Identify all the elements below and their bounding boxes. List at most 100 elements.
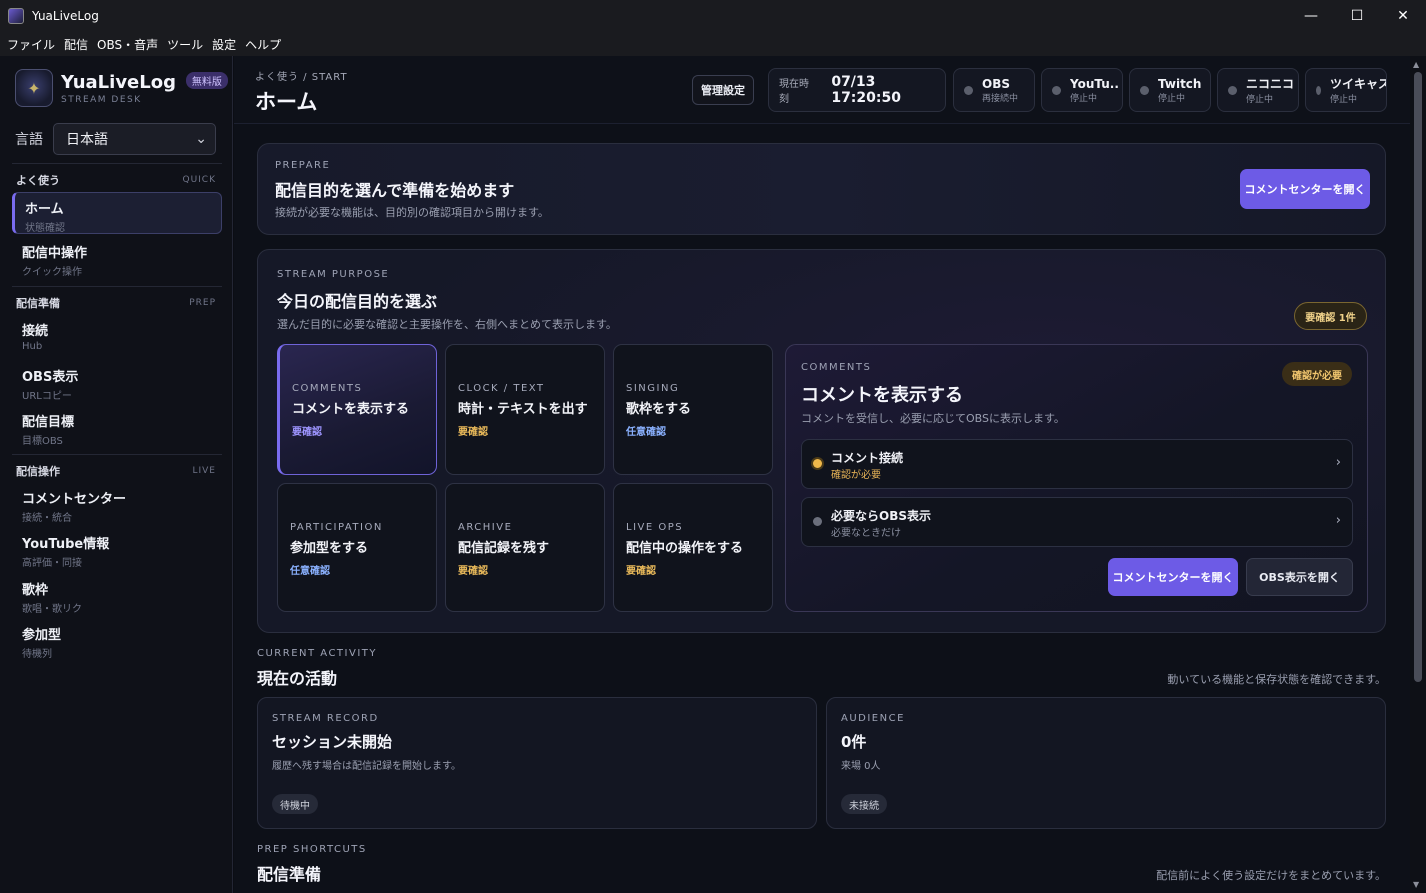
purpose-eyebrow: STREAM PURPOSE bbox=[277, 269, 390, 280]
menu-settings[interactable]: 設定 bbox=[209, 36, 242, 53]
card-eyebrow: SINGING bbox=[626, 383, 680, 394]
close-button[interactable]: ✕ bbox=[1380, 0, 1426, 32]
sidebar-item-participation[interactable]: 参加型 待機列 bbox=[12, 619, 222, 661]
status-twitch[interactable]: Twitch 停止中 bbox=[1129, 68, 1211, 112]
menu-help[interactable]: ヘルプ bbox=[242, 36, 287, 53]
window-title: YuaLiveLog bbox=[32, 9, 99, 23]
sidebar-item-sub: 接続・統合 bbox=[22, 513, 72, 524]
scrollbar-thumb[interactable] bbox=[1414, 72, 1422, 682]
status-dot-icon bbox=[1316, 85, 1321, 95]
divider bbox=[12, 163, 222, 164]
card-title: 0件 bbox=[841, 733, 867, 751]
menu-obs-audio[interactable]: OBS・音声 bbox=[94, 36, 164, 53]
title-bar: YuaLiveLog — ☐ ✕ bbox=[0, 0, 1426, 32]
card-eyebrow: CLOCK / TEXT bbox=[458, 383, 545, 394]
card-status: 任意確認 bbox=[626, 427, 666, 438]
purpose-card-singing[interactable]: SINGING 歌枠をする 任意確認 bbox=[613, 344, 773, 475]
menu-stream[interactable]: 配信 bbox=[61, 36, 94, 53]
minimize-button[interactable]: — bbox=[1288, 0, 1334, 32]
status-dot-icon bbox=[813, 517, 822, 526]
purpose-card-archive[interactable]: ARCHIVE 配信記録を残す 要確認 bbox=[445, 483, 605, 612]
purpose-title: 今日の配信目的を選ぶ bbox=[277, 292, 438, 311]
status-niconico[interactable]: ニコニコ 停止中 bbox=[1217, 68, 1299, 112]
sidebar-item-label: 配信目標 bbox=[22, 415, 75, 430]
admin-settings-button[interactable]: 管理設定 bbox=[692, 75, 754, 105]
status-state: 停止中 bbox=[1330, 95, 1358, 105]
detail-title: コメントを表示する bbox=[801, 385, 963, 406]
status-twitcasting[interactable]: ツイキャス 停止中 bbox=[1305, 68, 1387, 112]
status-state: 停止中 bbox=[1070, 93, 1098, 104]
language-row: 言語 日本語 ⌄ bbox=[15, 123, 216, 155]
vertical-scrollbar[interactable]: ▲ ▼ bbox=[1410, 56, 1426, 893]
status-name: Twitch bbox=[1158, 76, 1202, 91]
warning-dot-icon bbox=[813, 459, 822, 468]
purpose-card-participation[interactable]: PARTICIPATION 参加型をする 任意確認 bbox=[277, 483, 437, 612]
open-comment-center-button[interactable]: コメントセンターを開く bbox=[1108, 558, 1238, 596]
detail-eyebrow: COMMENTS bbox=[801, 362, 872, 373]
open-comment-center-button[interactable]: コメントセンターを開く bbox=[1240, 169, 1370, 209]
sidebar-item-sub: 状態確認 bbox=[25, 223, 65, 234]
menu-file[interactable]: ファイル bbox=[4, 36, 61, 53]
sidebar: ✦ YuaLiveLog 無料版 STREAM DESK 言語 日本語 ⌄ よく… bbox=[0, 56, 233, 893]
status-name: YouTu... bbox=[1070, 76, 1118, 91]
window-controls: — ☐ ✕ bbox=[1288, 0, 1426, 32]
purpose-card-comments[interactable]: COMMENTS コメントを表示する 要確認 bbox=[277, 344, 437, 475]
sidebar-item-live-ops[interactable]: 配信中操作 クイック操作 bbox=[12, 237, 222, 279]
card-eyebrow: ARCHIVE bbox=[458, 522, 513, 533]
sidebar-item-home[interactable]: ホーム 状態確認 bbox=[12, 192, 222, 234]
status-name: ニコニコ bbox=[1246, 77, 1294, 91]
status-obs[interactable]: OBS 再接続中 bbox=[953, 68, 1035, 112]
card-eyebrow: COMMENTS bbox=[292, 383, 363, 394]
status-dot-icon bbox=[1228, 85, 1237, 95]
purpose-card-live-ops[interactable]: LIVE OPS 配信中の操作をする 要確認 bbox=[613, 483, 773, 612]
menu-tools[interactable]: ツール bbox=[164, 36, 209, 53]
group-title: 配信操作 bbox=[16, 465, 60, 478]
top-bar: よく使う / START ホーム 管理設定 現在時刻 07/13 17:20:5… bbox=[234, 56, 1410, 124]
sidebar-item-singing[interactable]: 歌枠 歌唱・歌リク bbox=[12, 574, 222, 616]
group-header-live: 配信操作 LIVE bbox=[16, 463, 216, 479]
activity-eyebrow: CURRENT ACTIVITY bbox=[257, 648, 377, 659]
check-comment-connection[interactable]: コメント接続 確認が必要 › bbox=[801, 439, 1353, 489]
sidebar-item-sub: URLコピー bbox=[22, 391, 72, 402]
clock: 現在時刻 07/13 17:20:50 bbox=[768, 68, 946, 112]
group-title: 配信準備 bbox=[16, 297, 60, 310]
group-tag: QUICK bbox=[182, 175, 216, 185]
status-pill: 未接続 bbox=[841, 794, 887, 814]
sidebar-item-label: 参加型 bbox=[22, 628, 62, 643]
sidebar-item-comment-center[interactable]: コメントセンター 接続・統合 bbox=[12, 483, 222, 525]
sidebar-item-label: 接続 bbox=[22, 324, 49, 339]
sidebar-item-obs-display[interactable]: OBS表示 URLコピー bbox=[12, 361, 222, 403]
prepare-desc: 接続が必要な機能は、目的別の確認項目から開けます。 bbox=[275, 206, 549, 219]
status-youtube[interactable]: YouTu... 停止中 bbox=[1041, 68, 1123, 112]
sidebar-item-sub: クイック操作 bbox=[22, 267, 82, 278]
card-eyebrow: PARTICIPATION bbox=[290, 522, 383, 533]
sidebar-item-connection[interactable]: 接続 Hub bbox=[12, 315, 222, 357]
check-obs-display[interactable]: 必要ならOBS表示 必要なときだけ › bbox=[801, 497, 1353, 547]
sidebar-item-goals[interactable]: 配信目標 目標OBS bbox=[12, 406, 222, 448]
sidebar-item-label: 歌枠 bbox=[22, 583, 49, 598]
scroll-down-icon[interactable]: ▼ bbox=[1413, 880, 1419, 889]
brand-name: YuaLiveLog bbox=[61, 71, 176, 93]
maximize-button[interactable]: ☐ bbox=[1334, 0, 1380, 32]
card-title: 配信中の操作をする bbox=[626, 541, 744, 556]
card-title: コメントを表示する bbox=[292, 402, 410, 417]
language-label: 言語 bbox=[15, 132, 43, 148]
sidebar-item-youtube-info[interactable]: YouTube情報 高評価・同接 bbox=[12, 528, 222, 570]
brand-subtitle: STREAM DESK bbox=[61, 94, 142, 105]
card-eyebrow: STREAM RECORD bbox=[272, 713, 379, 724]
card-status: 任意確認 bbox=[290, 566, 330, 577]
clock-value: 07/13 17:20:50 bbox=[831, 74, 901, 106]
sidebar-item-label: コメントセンター bbox=[22, 492, 127, 507]
sidebar-item-sub: 待機列 bbox=[22, 649, 52, 660]
status-name: ツイキャス bbox=[1330, 77, 1386, 91]
card-title: 参加型をする bbox=[290, 541, 369, 556]
language-select[interactable]: 日本語 ⌄ bbox=[53, 123, 216, 155]
shortcuts-note: 配信前によく使う設定だけをまとめています。 bbox=[1156, 869, 1386, 882]
purpose-card-clock-text[interactable]: CLOCK / TEXT 時計・テキストを出す 要確認 bbox=[445, 344, 605, 475]
main-content: よく使う / START ホーム 管理設定 現在時刻 07/13 17:20:5… bbox=[234, 56, 1410, 893]
scroll-up-icon[interactable]: ▲ bbox=[1413, 60, 1419, 69]
card-desc: 履歴へ残す場合は配信記録を開始します。 bbox=[272, 761, 461, 772]
card-eyebrow: AUDIENCE bbox=[841, 713, 905, 724]
open-obs-display-button[interactable]: OBS表示を開く bbox=[1246, 558, 1353, 596]
sidebar-item-label: YouTube情報 bbox=[22, 537, 110, 552]
